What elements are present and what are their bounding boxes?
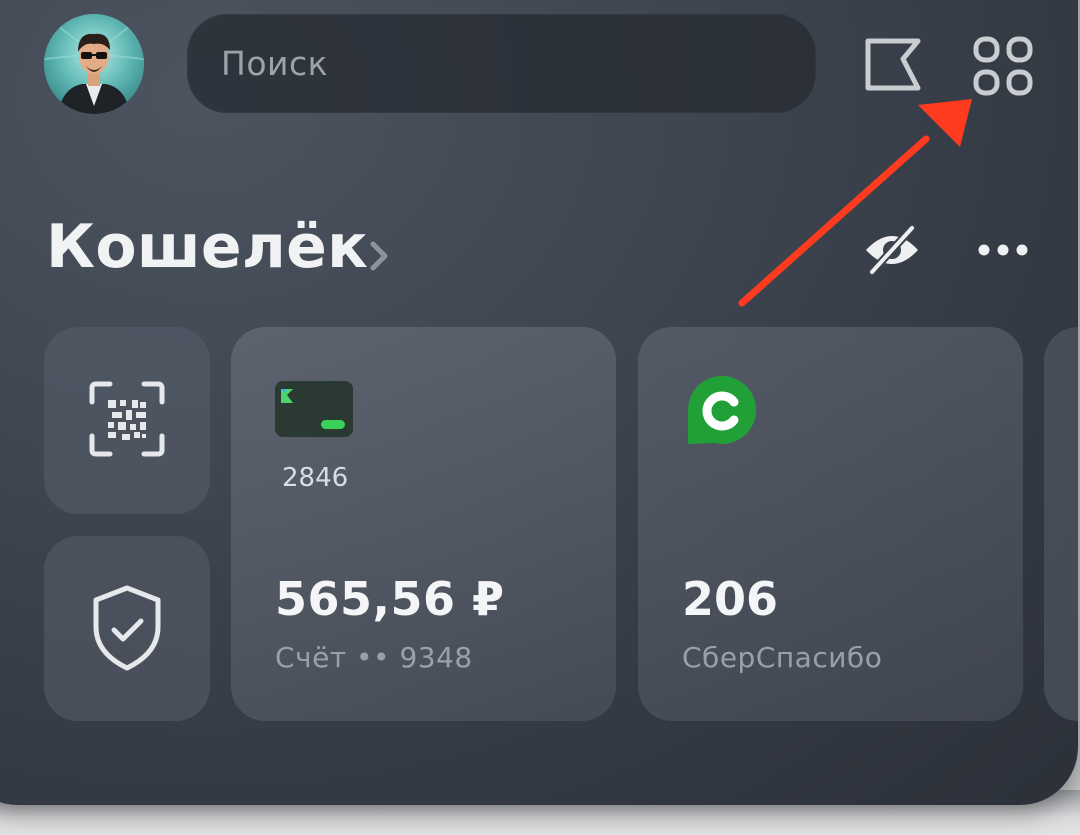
wallet-title[interactable]: Кошелёк (46, 212, 368, 282)
bank-card-icon (275, 381, 353, 437)
sberspasibo-logo-icon (684, 374, 758, 446)
more-horizontal-icon[interactable] (976, 238, 1030, 262)
phone-screen: Поиск Кошелёк 2846 565,56 ₽ Счёт •• 9348… (0, 0, 1078, 805)
avatar[interactable] (44, 14, 144, 114)
account-balance: 565,56 ₽ (275, 572, 505, 626)
flag-icon[interactable] (863, 37, 923, 93)
apps-grid-icon[interactable] (972, 35, 1034, 97)
search-input[interactable]: Поиск (187, 14, 816, 113)
qr-scan-icon (88, 380, 166, 458)
chevron-right-icon[interactable] (364, 236, 394, 276)
bonus-program-label: СберСпасибо (682, 641, 883, 674)
next-tile-partial[interactable] (1044, 327, 1078, 721)
search-placeholder: Поиск (221, 44, 329, 83)
bonus-points-value: 206 (682, 572, 779, 626)
card-last4: 2846 (282, 463, 349, 493)
annotation-arrow (730, 95, 980, 315)
shield-check-icon (90, 583, 164, 673)
avatar-illustration (44, 14, 144, 114)
account-number-label: Счёт •• 9348 (275, 641, 473, 674)
